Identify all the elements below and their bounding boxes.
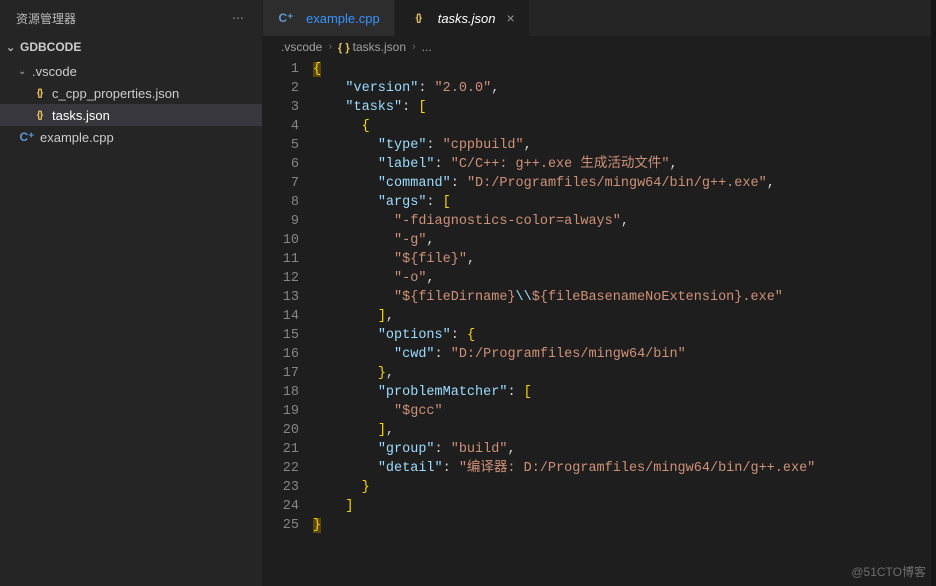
breadcrumb[interactable]: .vscode › { }tasks.json › ...: [263, 36, 931, 58]
code-line[interactable]: "options": {: [313, 326, 931, 345]
explorer-sidebar: 资源管理器 ⋯ ⌄ GDBCODE ⌄ .vscode c_cpp_proper…: [0, 0, 263, 586]
editor-area: C⁺ example.cpp tasks.json × .vscode › { …: [263, 0, 936, 586]
breadcrumb-seg[interactable]: .vscode: [281, 40, 322, 54]
code-line[interactable]: "command": "D:/Programfiles/mingw64/bin/…: [313, 174, 931, 193]
cpp-icon: C⁺: [277, 9, 295, 27]
line-gutter: 1234567891011121314151617181920212223242…: [263, 60, 313, 586]
code-line[interactable]: {: [313, 60, 931, 79]
code-line[interactable]: ]: [313, 497, 931, 516]
code-line[interactable]: },: [313, 364, 931, 383]
file-c-cpp-properties[interactable]: c_cpp_properties.json: [0, 82, 262, 104]
code-line[interactable]: "type": "cppbuild",: [313, 136, 931, 155]
code-line[interactable]: "tasks": [: [313, 98, 931, 117]
code-line[interactable]: ],: [313, 421, 931, 440]
file-label: tasks.json: [52, 108, 110, 123]
project-name: GDBCODE: [20, 40, 81, 54]
explorer-header: 资源管理器 ⋯: [0, 0, 262, 36]
chevron-right-icon: ›: [328, 41, 332, 53]
json-icon: [409, 9, 427, 27]
code-line[interactable]: ],: [313, 307, 931, 326]
code-line[interactable]: "args": [: [313, 193, 931, 212]
tab-bar: C⁺ example.cpp tasks.json ×: [263, 0, 931, 36]
chevron-right-icon: ›: [412, 41, 416, 53]
code-line[interactable]: "cwd": "D:/Programfiles/mingw64/bin": [313, 345, 931, 364]
tab-label: example.cpp: [306, 11, 380, 26]
explorer-more-icon[interactable]: ⋯: [232, 11, 246, 25]
code-line[interactable]: }: [313, 478, 931, 497]
code-line[interactable]: "problemMatcher": [: [313, 383, 931, 402]
file-label: example.cpp: [40, 130, 114, 145]
breadcrumb-seg[interactable]: ...: [422, 40, 432, 54]
explorer-title: 资源管理器: [16, 10, 76, 27]
code-content[interactable]: { "version": "2.0.0", "tasks": [ { "type…: [313, 60, 931, 586]
code-line[interactable]: "${file}",: [313, 250, 931, 269]
tab-tasks-json[interactable]: tasks.json ×: [395, 0, 530, 36]
project-root[interactable]: ⌄ GDBCODE: [0, 36, 262, 58]
watermark: @51CTO博客: [851, 563, 926, 580]
code-line[interactable]: "detail": "编译器: D:/Programfiles/mingw64/…: [313, 459, 931, 478]
code-line[interactable]: "${fileDirname}\\${fileBasenameNoExtensi…: [313, 288, 931, 307]
code-line[interactable]: "$gcc": [313, 402, 931, 421]
code-line[interactable]: "label": "C/C++: g++.exe 生成活动文件",: [313, 155, 931, 174]
tab-example-cpp[interactable]: C⁺ example.cpp: [263, 0, 395, 36]
file-label: c_cpp_properties.json: [52, 86, 179, 101]
folder-vscode[interactable]: ⌄ .vscode: [0, 60, 262, 82]
code-line[interactable]: "version": "2.0.0",: [313, 79, 931, 98]
cpp-icon: C⁺: [18, 128, 36, 146]
tab-label: tasks.json: [438, 11, 496, 26]
code-line[interactable]: "-fdiagnostics-color=always",: [313, 212, 931, 231]
file-tasks-json[interactable]: tasks.json: [0, 104, 262, 126]
code-line[interactable]: "-o",: [313, 269, 931, 288]
json-icon: [30, 106, 48, 124]
file-tree: ⌄ .vscode c_cpp_properties.json tasks.js…: [0, 58, 262, 148]
code-editor[interactable]: 1234567891011121314151617181920212223242…: [263, 58, 931, 586]
folder-label: .vscode: [32, 64, 77, 79]
chevron-down-icon: ⌄: [6, 41, 20, 54]
breadcrumb-seg[interactable]: tasks.json: [353, 40, 406, 54]
code-line[interactable]: }: [313, 516, 931, 535]
file-example-cpp[interactable]: C⁺ example.cpp: [0, 126, 262, 148]
code-line[interactable]: {: [313, 117, 931, 136]
json-icon: [30, 84, 48, 102]
chevron-down-icon: ⌄: [18, 66, 32, 77]
json-icon: { }: [338, 42, 350, 54]
close-icon[interactable]: ×: [503, 10, 515, 26]
code-line[interactable]: "-g",: [313, 231, 931, 250]
code-line[interactable]: "group": "build",: [313, 440, 931, 459]
